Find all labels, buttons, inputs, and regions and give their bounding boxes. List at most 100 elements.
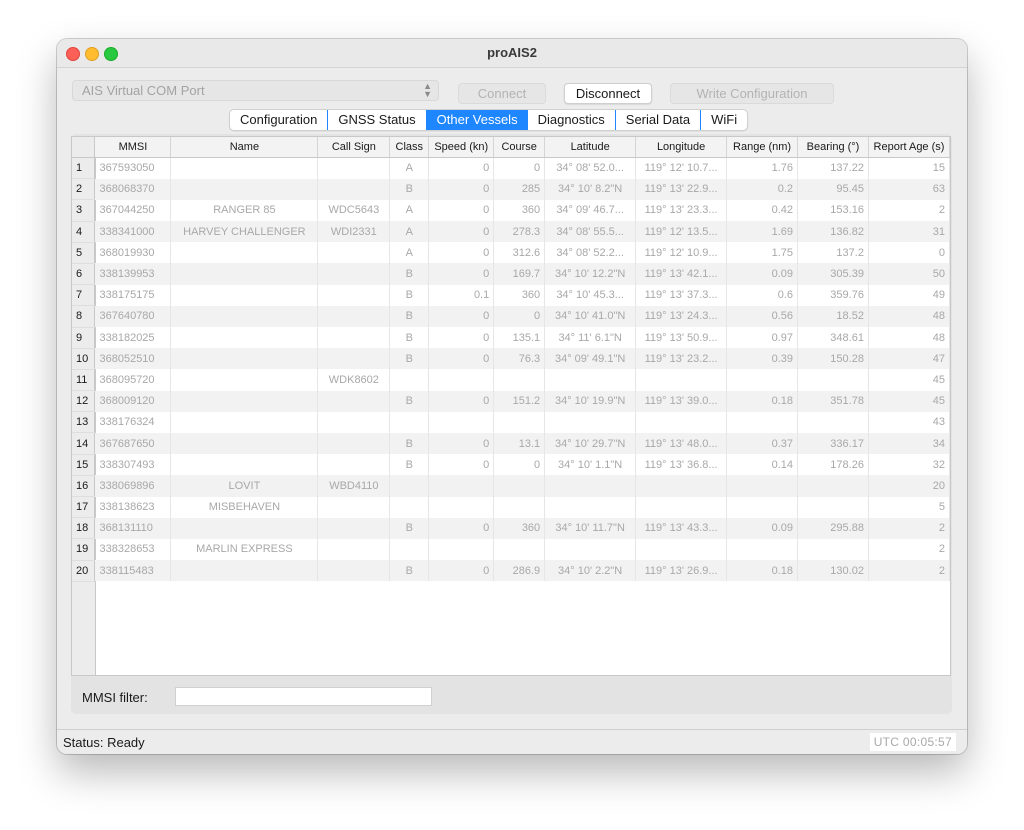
latitude-cell[interactable]: 34° 10' 41.0"N [544,305,637,327]
class-cell[interactable] [389,369,430,391]
speed-cell[interactable]: 0 [428,178,495,200]
column-header-speed[interactable]: Speed (kn) [428,137,495,158]
report-age-cell[interactable]: 43 [868,411,950,433]
name-cell[interactable] [170,454,319,476]
class-cell[interactable]: A [389,157,430,179]
tab-gnss-status[interactable]: GNSS Status [328,110,427,130]
report-age-cell[interactable]: 49 [868,284,950,306]
call-sign-cell[interactable]: WDI2331 [317,221,391,243]
report-age-cell[interactable]: 15 [868,157,950,179]
mmsi-cell[interactable]: 338138623 [94,496,172,518]
speed-cell[interactable]: 0 [428,348,495,370]
table-row[interactable]: 12 368009120 B 0 151.2 34° 10' 19.9"N 119° 13'… [72,390,950,413]
latitude-cell[interactable]: 34° 10' 11.7"N [544,517,637,539]
speed-cell[interactable]: 0 [428,305,495,327]
longitude-cell[interactable]: 119° 13' 26.9... [635,560,728,582]
speed-cell[interactable]: 0.1 [428,284,495,306]
column-header-name[interactable]: Name [170,137,319,158]
course-cell[interactable]: 360 [493,199,546,222]
bearing-cell[interactable]: 359.76 [797,284,869,306]
course-cell[interactable]: 169.7 [493,263,546,285]
name-cell[interactable] [170,284,319,306]
name-cell[interactable] [170,157,319,179]
column-header-latitude[interactable]: Latitude [544,137,637,158]
mmsi-cell[interactable]: 368095720 [94,369,172,391]
bearing-cell[interactable]: 18.52 [797,305,869,327]
bearing-cell[interactable] [797,411,869,433]
speed-cell[interactable]: 0 [428,263,495,285]
call-sign-cell[interactable] [317,560,391,582]
report-age-cell[interactable]: 50 [868,263,950,285]
longitude-cell[interactable]: 119° 13' 22.9... [635,178,728,200]
table-row[interactable]: 11 368095720 WDK8602 45 [72,369,950,392]
report-age-cell[interactable]: 5 [868,496,950,518]
table-row[interactable]: 16 338069896 LOVIT WBD4110 20 [72,475,950,498]
speed-cell[interactable] [428,496,495,518]
mmsi-cell[interactable]: 367640780 [94,305,172,327]
table-row[interactable]: 8 367640780 B 0 0 34° 10' 41.0"N 119° 13' 24.3… [72,305,950,328]
range-cell[interactable]: 1.76 [726,157,799,179]
class-cell[interactable]: B [389,305,430,327]
column-header-range[interactable]: Range (nm) [726,137,799,158]
range-cell[interactable]: 0.09 [726,263,799,285]
class-cell[interactable] [389,475,430,497]
name-cell[interactable]: HARVEY CHALLENGER [170,221,319,243]
speed-cell[interactable]: 0 [428,390,495,412]
latitude-cell[interactable]: 34° 10' 45.3... [544,284,637,306]
course-cell[interactable]: 0 [493,305,546,327]
range-cell[interactable] [726,369,799,391]
call-sign-cell[interactable] [317,390,391,412]
course-cell[interactable]: 360 [493,517,546,539]
course-cell[interactable]: 135.1 [493,327,546,349]
latitude-cell[interactable] [544,411,637,433]
mmsi-filter-input[interactable] [175,687,432,706]
table-row[interactable]: 4 338341000 HARVEY CHALLENGER WDI2331 A 0 278.… [72,221,950,243]
bearing-cell[interactable]: 351.78 [797,390,869,412]
course-cell[interactable]: 151.2 [493,390,546,412]
class-cell[interactable]: B [389,390,430,412]
speed-cell[interactable]: 0 [428,242,495,264]
call-sign-cell[interactable] [317,327,391,349]
mmsi-cell[interactable]: 368131110 [94,517,172,539]
course-cell[interactable]: 285 [493,178,546,200]
call-sign-cell[interactable] [317,242,391,264]
latitude-cell[interactable]: 34° 08' 55.5... [544,221,637,243]
class-cell[interactable]: B [389,284,430,306]
mmsi-cell[interactable]: 367044250 [94,199,172,222]
longitude-cell[interactable]: 119° 13' 50.9... [635,327,728,349]
report-age-cell[interactable]: 2 [868,517,950,539]
name-cell[interactable]: MISBEHAVEN [170,496,319,518]
speed-cell[interactable] [428,475,495,497]
class-cell[interactable]: B [389,327,430,349]
class-cell[interactable]: A [389,199,430,222]
range-cell[interactable] [726,475,799,497]
bearing-cell[interactable] [797,475,869,497]
name-cell[interactable] [170,178,319,200]
longitude-cell[interactable]: 119° 13' 23.2... [635,348,728,370]
class-cell[interactable] [389,411,430,433]
call-sign-cell[interactable]: WBD4110 [317,475,391,497]
bearing-cell[interactable]: 348.61 [797,327,869,349]
course-cell[interactable]: 312.6 [493,242,546,264]
bearing-cell[interactable]: 150.28 [797,348,869,370]
range-cell[interactable]: 0.42 [726,199,799,222]
call-sign-cell[interactable] [317,454,391,476]
column-header-call-sign[interactable]: Call Sign [317,137,391,158]
table-row[interactable]: 14 367687650 B 0 13.1 34° 10' 29.7"N 119° 13' … [72,432,950,455]
call-sign-cell[interactable] [317,348,391,370]
call-sign-cell[interactable] [317,538,391,561]
column-header-report-age[interactable]: Report Age (s) [868,137,950,158]
column-header-bearing[interactable]: Bearing (°) [797,137,869,158]
latitude-cell[interactable] [544,475,637,497]
name-cell[interactable] [170,327,319,349]
mmsi-cell[interactable]: 338307493 [94,454,172,476]
mmsi-cell[interactable]: 368019930 [94,242,172,264]
report-age-cell[interactable]: 63 [868,178,950,200]
table-row[interactable]: 5 368019930 A 0 312.6 34° 08' 52.2... 119° 12'… [72,242,950,264]
bearing-cell[interactable]: 305.39 [797,263,869,285]
longitude-cell[interactable]: 119° 13' 43.3... [635,517,728,539]
range-cell[interactable]: 0.56 [726,305,799,327]
range-cell[interactable] [726,538,799,561]
latitude-cell[interactable]: 34° 10' 29.7"N [544,432,637,455]
speed-cell[interactable]: 0 [428,199,495,222]
